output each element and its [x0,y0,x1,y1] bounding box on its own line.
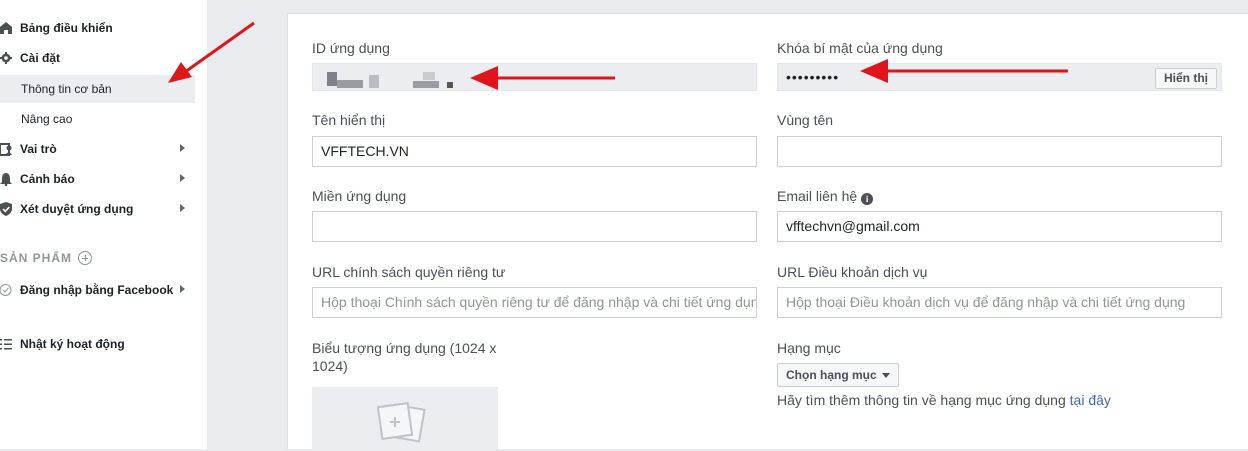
sidebar-subitem-advanced[interactable]: Nâng cao [0,105,195,133]
app-id-field[interactable] [312,63,757,91]
category-label: Hạng mục [777,340,841,356]
namespace-label: Vùng tên [777,112,834,128]
sidebar-subitem-label: Nâng cao [21,112,73,126]
category-help: Hãy tìm thêm thông tin về hạng mục ứng d… [777,392,1070,408]
namespace-input[interactable] [777,136,1222,167]
info-icon[interactable]: i [861,193,874,205]
sidebar-item-label: Vai trò [20,142,57,156]
choose-category-button[interactable]: Chọn hạng mục [777,363,899,387]
list-icon [0,339,12,350]
chevron-right-icon [180,174,185,182]
sidebar-item-label: Nhật ký hoạt động [20,337,125,351]
category-help-text: Hãy tìm thêm thông tin về hạng mục ứng d… [777,392,1111,408]
contact-email-label-row: Email liên hệ i [777,188,874,205]
add-product-icon[interactable] [78,251,92,265]
app-secret-label: Khóa bí mật của ứng dụng [777,40,943,56]
sidebar: Bảng điều khiển Cài đặt Thông tin cơ bản… [0,0,207,449]
home-icon [0,22,12,34]
chevron-right-icon [180,204,185,212]
shield-check-icon [0,202,12,216]
section-products-label: SẢN PHẨM [0,251,73,265]
display-name-label: Tên hiển thị [312,112,386,128]
reveal-secret-button[interactable]: Hiển thị [1155,68,1217,89]
sidebar-item-label: Đăng nhập bằng Facebook [20,283,174,297]
tos-url-label: URL Điều khoản dịch vụ [777,264,928,280]
privacy-url-placeholder: Hộp thoại Chính sách quyền riêng tư để đ… [321,294,757,310]
sidebar-item-label: Cài đặt [20,51,61,65]
sidebar-item-label: Xét duyệt ứng dụng [20,202,134,216]
blurred-app-id [323,72,453,88]
choose-category-label: Chọn hạng mục [786,368,877,382]
bell-icon [0,173,12,186]
contact-email-input[interactable]: vfftechvn@gmail.com [777,211,1222,242]
app-secret-field[interactable]: ••••••••• Hiển thị [777,63,1222,91]
category-help-link[interactable]: tại đây [1070,392,1111,408]
app-icon-upload[interactable] [312,387,498,449]
chevron-right-icon [180,144,185,152]
tos-url-placeholder: Hộp thoại Điều khoản dịch vụ để đăng nhậ… [786,294,1186,310]
gear-icon [0,52,12,64]
app-icon-label-line1: Biểu tượng ứng dụng (1024 x [312,340,497,356]
privacy-url-input[interactable]: Hộp thoại Chính sách quyền riêng tư để đ… [312,287,757,318]
sidebar-subitem-basic-info[interactable]: Thông tin cơ bản [0,75,195,103]
roles-icon [0,143,12,156]
sidebar-item-label: Cảnh báo [20,172,75,186]
app-icon-label-line2: 1024) [312,358,348,374]
caret-down-icon [881,373,890,379]
contact-email-label: Email liên hệ [777,188,858,204]
app-secret-value: ••••••••• [786,69,840,85]
app-domains-input[interactable] [312,211,757,242]
app-id-label: ID ứng dụng [312,40,390,56]
tos-url-input[interactable]: Hộp thoại Điều khoản dịch vụ để đăng nhậ… [777,287,1222,318]
display-name-input[interactable]: VFFTECH.VN [312,136,757,167]
app-domains-label: Miền ứng dụng [312,188,407,204]
image-placeholder-icon [376,401,426,443]
privacy-url-label: URL chính sách quyền riêng tư [312,264,506,280]
chevron-right-icon [180,285,185,293]
sidebar-item-label: Bảng điều khiển [20,21,113,35]
check-circle-icon [0,284,12,296]
sidebar-subitem-label: Thông tin cơ bản [21,82,112,96]
